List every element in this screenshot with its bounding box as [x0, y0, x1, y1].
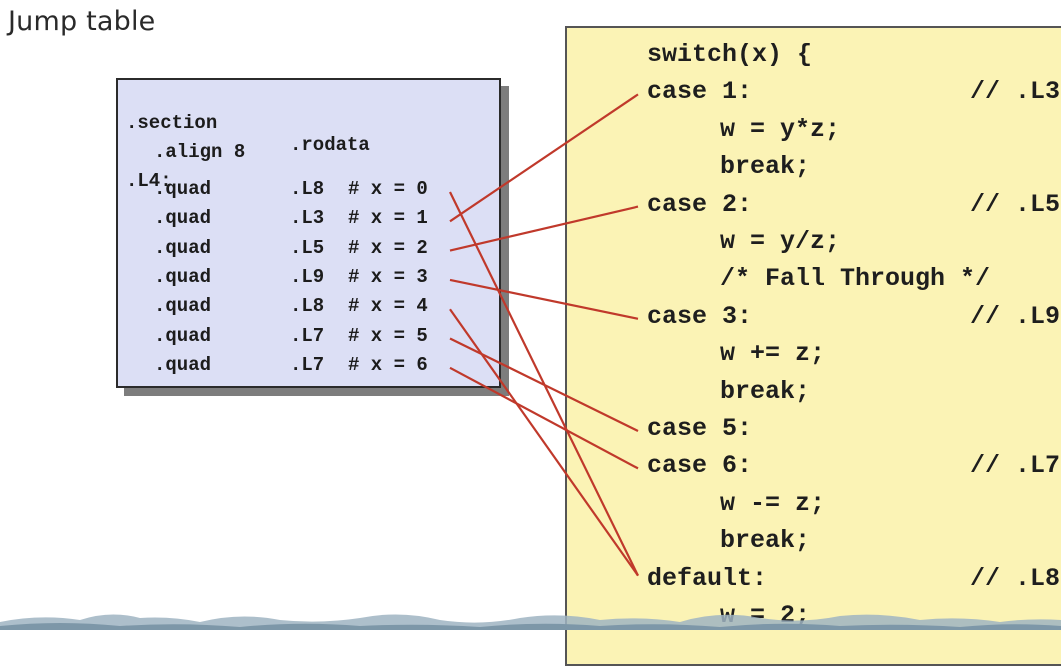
wire-entry-1-to-line-1 [449, 93, 639, 223]
wire-entry-2-to-line-4 [449, 205, 639, 252]
wire-entry-4-to-line-14 [449, 308, 639, 577]
wire-entry-3-to-line-7 [449, 278, 639, 320]
decorative-mountain-strip [0, 614, 1061, 630]
connection-wires [449, 93, 639, 577]
